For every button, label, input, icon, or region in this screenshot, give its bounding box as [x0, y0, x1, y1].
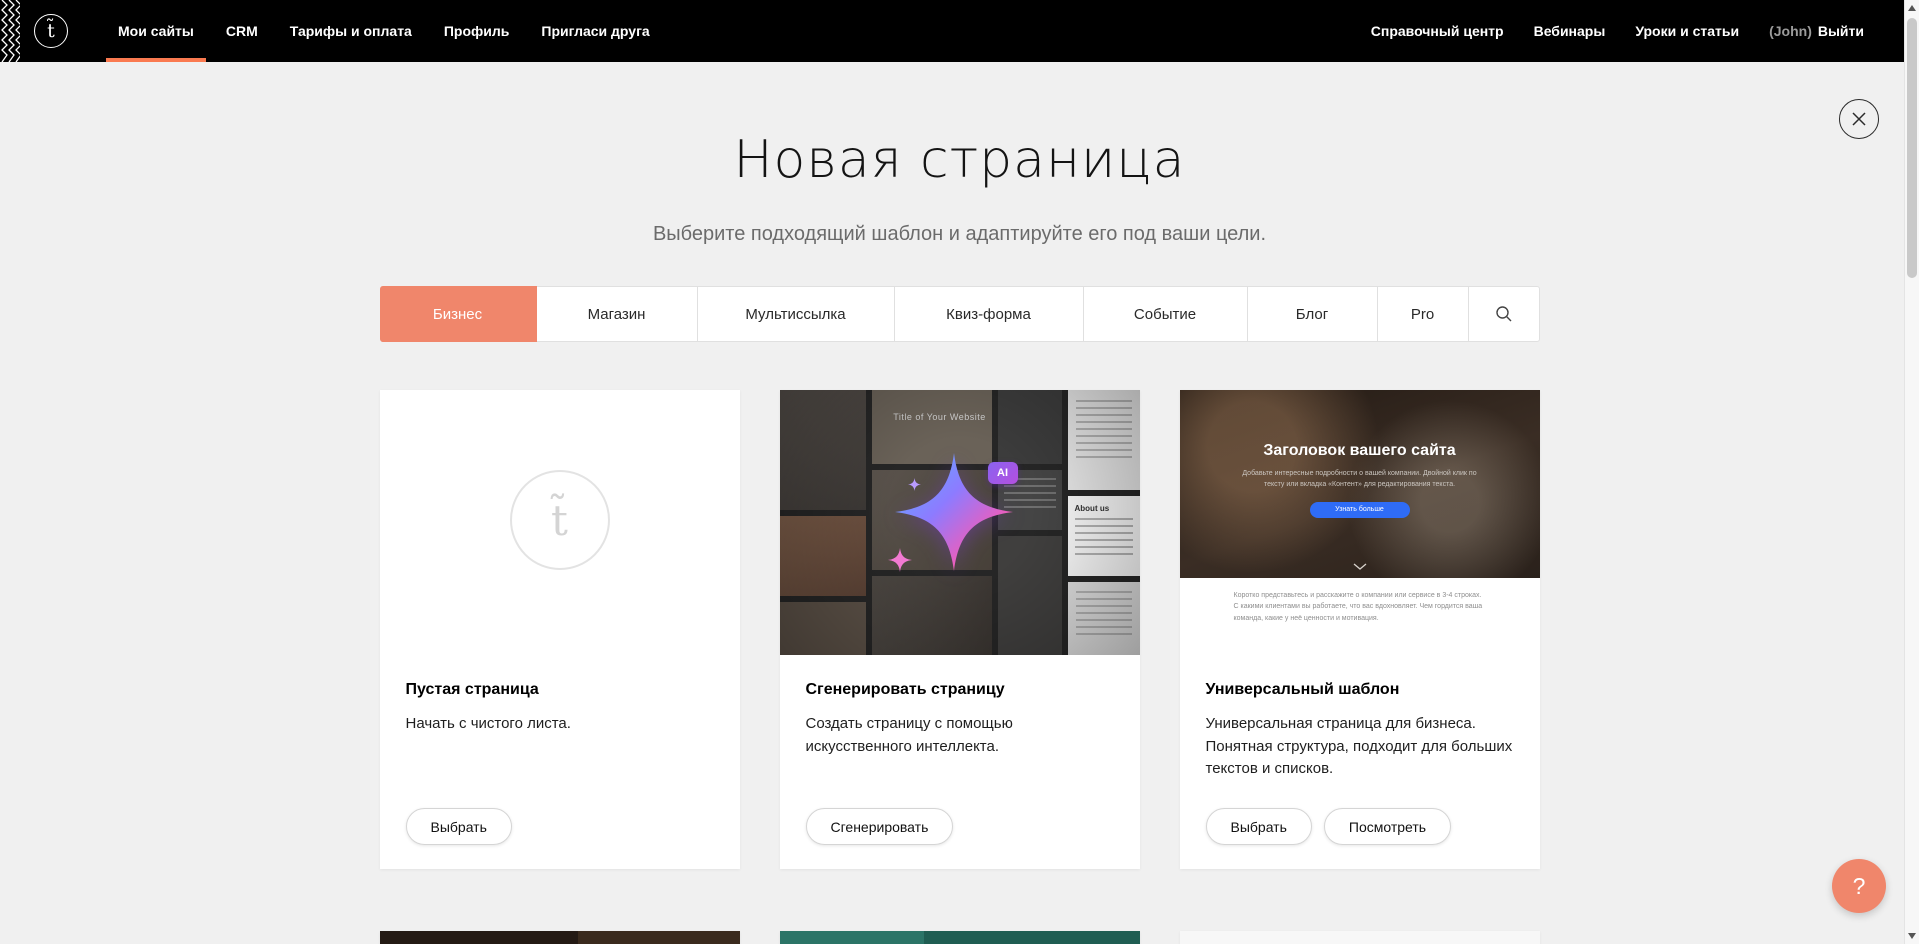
nav-help-center[interactable]: Справочный центр — [1371, 23, 1504, 39]
generate-button[interactable]: Сгенерировать — [806, 808, 954, 845]
template-card-blank: t̃ Пустая страница Начать с чистого лист… — [380, 390, 740, 869]
main-nav: Мои сайты CRM Тарифы и оплата Профиль Пр… — [102, 0, 666, 62]
template-hero-subtext: Добавьте интересные подробности о вашей … — [1235, 468, 1485, 490]
nav-tariffs[interactable]: Тарифы и оплата — [274, 0, 428, 62]
template-body-text: Коротко представьтесь и расскажите о ком… — [1234, 590, 1486, 624]
tab-multilink[interactable]: Мультиссылка — [698, 287, 895, 341]
universal-template-preview: Заголовок вашего сайта Добавьте интересн… — [1180, 390, 1540, 655]
card-title: Сгенерировать страницу — [806, 681, 1114, 699]
tilda-logo-glyph: t̃ — [47, 20, 55, 42]
tab-search[interactable] — [1469, 287, 1539, 341]
username: (John) — [1769, 23, 1812, 39]
choose-blank-button[interactable]: Выбрать — [406, 808, 512, 845]
tilda-pattern-decoration — [0, 0, 20, 62]
user-box: (John) Выйти — [1769, 23, 1864, 39]
card-title: Универсальный шаблон — [1206, 681, 1514, 699]
logout-link[interactable]: Выйти — [1818, 23, 1864, 39]
page-subtitle: Выберите подходящий шаблон и адаптируйте… — [0, 223, 1919, 246]
preview-universal-button[interactable]: Посмотреть — [1324, 808, 1451, 845]
sparkle-small-icon — [888, 548, 912, 572]
tab-pro[interactable]: Pro — [1378, 287, 1469, 341]
template-hero-heading: Заголовок вашего сайта — [1180, 390, 1540, 460]
nav-crm[interactable]: CRM — [210, 0, 274, 62]
secondary-nav: Справочный центр Вебинары Уроки и статьи… — [1371, 23, 1864, 39]
tilda-watermark-icon: t̃ — [510, 470, 610, 570]
card-description: Начать с чистого листа. — [406, 713, 714, 736]
scrollbar-down-arrow[interactable] — [1908, 933, 1916, 939]
scrollbar-up-arrow[interactable] — [1908, 5, 1916, 11]
template-partial-preview — [780, 931, 1140, 944]
card-description: Создать страницу с помощью искусственног… — [806, 713, 1114, 758]
template-card-partial — [780, 931, 1140, 944]
template-card-partial — [380, 931, 740, 944]
template-hero-button: Узнать больше — [1310, 502, 1410, 518]
close-button[interactable] — [1839, 99, 1879, 139]
tab-store[interactable]: Магазин — [537, 287, 698, 341]
scrollbar-thumb[interactable] — [1907, 18, 1917, 278]
ai-sparkle-graphic: AI — [780, 390, 1140, 655]
nav-my-sites[interactable]: Мои сайты — [102, 0, 210, 62]
search-icon — [1495, 305, 1513, 323]
blank-preview: t̃ — [380, 390, 740, 655]
template-partial-preview — [380, 931, 740, 944]
tab-event[interactable]: Событие — [1084, 287, 1248, 341]
nav-webinars[interactable]: Вебинары — [1534, 23, 1606, 39]
close-icon — [1851, 111, 1867, 127]
template-card-partial — [1180, 931, 1540, 944]
nav-profile[interactable]: Профиль — [428, 0, 526, 62]
help-button[interactable]: ? — [1832, 859, 1886, 913]
scrollbar[interactable] — [1904, 0, 1919, 944]
new-page-dialog: Новая страница Выберите подходящий шабло… — [0, 62, 1919, 944]
template-card-ai-generate: About us Title of Your Website — [780, 390, 1140, 869]
card-description: Универсальная страница для бизнеса. Поня… — [1206, 713, 1514, 781]
template-body-section: Коротко представьтесь и расскажите о ком… — [1180, 578, 1540, 655]
ai-badge: AI — [988, 462, 1018, 484]
page-title: Новая страница — [0, 62, 1919, 189]
template-card-universal: Заголовок вашего сайта Добавьте интересн… — [1180, 390, 1540, 869]
tab-blog[interactable]: Блог — [1248, 287, 1378, 341]
tab-business[interactable]: Бизнес — [380, 286, 537, 342]
nav-invite-friend[interactable]: Пригласи друга — [525, 0, 665, 62]
nav-tutorials[interactable]: Уроки и статьи — [1635, 23, 1739, 39]
template-grid: t̃ Пустая страница Начать с чистого лист… — [380, 390, 1540, 944]
tilda-logo[interactable]: t̃ — [34, 14, 68, 48]
ai-collage-preview: About us Title of Your Website — [780, 390, 1140, 655]
sparkle-tiny-icon — [908, 478, 921, 491]
tab-quiz-form[interactable]: Квиз-форма — [895, 287, 1084, 341]
template-partial-preview — [1180, 931, 1540, 944]
top-bar: t̃ Мои сайты CRM Тарифы и оплата Профиль… — [0, 0, 1919, 62]
choose-universal-button[interactable]: Выбрать — [1206, 808, 1312, 845]
card-title: Пустая страница — [406, 681, 714, 699]
template-category-tabs: Бизнес Магазин Мультиссылка Квиз-форма С… — [380, 286, 1540, 342]
chevron-down-icon — [1353, 563, 1367, 570]
template-hero-section: Заголовок вашего сайта Добавьте интересн… — [1180, 390, 1540, 578]
